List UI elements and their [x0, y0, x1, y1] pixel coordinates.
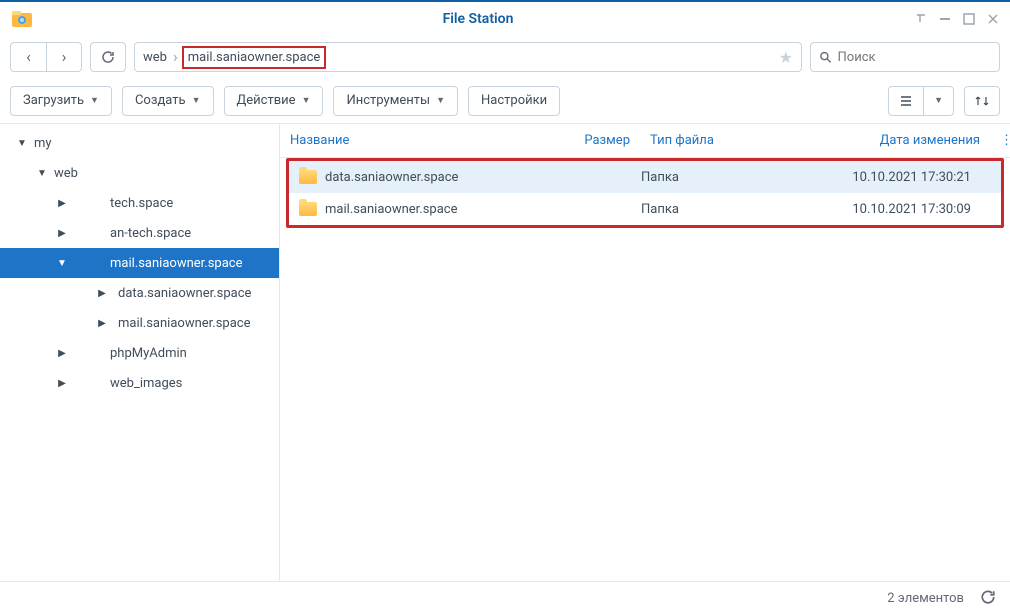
file-name: data.saniaowner.space — [325, 170, 458, 185]
expand-icon[interactable]: ▶ — [94, 318, 110, 329]
expand-icon[interactable]: ▶ — [54, 228, 70, 239]
breadcrumb-segment[interactable]: web — [143, 50, 167, 65]
column-name[interactable]: Название — [280, 133, 550, 148]
window-controls — [914, 12, 1000, 26]
chevron-down-icon: ▼ — [436, 95, 445, 106]
tree-item[interactable]: ▶web_images — [0, 368, 279, 398]
tree-item[interactable]: ▶phpMyAdmin — [0, 338, 279, 368]
list-view-button[interactable] — [888, 86, 923, 116]
chevron-down-icon: ▼ — [934, 95, 943, 106]
search-input[interactable] — [838, 50, 992, 65]
expand-icon[interactable]: ▶ — [54, 198, 70, 209]
file-type: Папка — [631, 202, 781, 217]
close-button[interactable] — [986, 12, 1000, 26]
chevron-down-icon: ▼ — [192, 95, 201, 106]
search-icon — [819, 50, 832, 64]
expand-icon[interactable]: ▶ — [54, 348, 70, 359]
file-name: mail.saniaowner.space — [325, 202, 458, 217]
collapse-icon[interactable]: ▼ — [14, 138, 30, 149]
action-button[interactable]: Действие▼ — [224, 86, 324, 116]
path-bar[interactable]: web mail.saniaowner.space ★ — [134, 42, 802, 72]
tree-item-label: phpMyAdmin — [70, 346, 187, 361]
expand-icon[interactable]: ▶ — [54, 378, 70, 389]
navbar: web mail.saniaowner.space ★ — [0, 36, 1010, 78]
table-row[interactable]: data.saniaowner.space Папка10.10.2021 17:… — [289, 161, 1001, 193]
chevron-down-icon: ▼ — [302, 95, 311, 106]
tree-item[interactable]: ▼web — [0, 158, 279, 188]
tree-item-label: web_images — [70, 376, 182, 391]
forward-button[interactable] — [46, 42, 82, 72]
tree-item-label: tech.space — [70, 196, 173, 211]
column-size[interactable]: Размер — [550, 133, 640, 148]
favorite-star-icon[interactable]: ★ — [779, 48, 793, 67]
table-header: Название Размер Тип файла Дата изменения… — [280, 124, 1010, 158]
tree-item-label: an-tech.space — [70, 226, 191, 241]
collapse-icon[interactable]: ▼ — [34, 168, 50, 179]
back-button[interactable] — [10, 42, 46, 72]
status-bar: 2 элементов — [0, 581, 1010, 615]
folder-icon — [299, 202, 317, 216]
toolbar: Загрузить▼ Создать▼ Действие▼ Инструмент… — [0, 78, 1010, 124]
app-icon — [10, 7, 34, 31]
table-row[interactable]: mail.saniaowner.space Папка10.10.2021 17:… — [289, 193, 1001, 225]
tree-item[interactable]: ▼my — [0, 128, 279, 158]
tree-item[interactable]: ▶an-tech.space — [0, 218, 279, 248]
file-type: Папка — [631, 170, 781, 185]
maximize-button[interactable] — [962, 12, 976, 26]
tree-item-label: mail.saniaowner.space — [110, 316, 251, 331]
sort-icon — [975, 94, 989, 108]
column-date[interactable]: Дата изменения — [790, 133, 990, 148]
settings-button[interactable]: Настройки — [468, 86, 560, 116]
tree-item[interactable]: ▼mail.saniaowner.space — [0, 248, 279, 278]
expand-icon[interactable]: ▶ — [94, 288, 110, 299]
collapse-icon[interactable]: ▼ — [54, 258, 70, 269]
file-list-panel: Название Размер Тип файла Дата изменения… — [280, 124, 1010, 581]
reload-button[interactable] — [90, 42, 126, 72]
tree-item-label: web — [50, 166, 78, 181]
breadcrumb-separator-icon — [173, 49, 178, 66]
folder-icon — [299, 170, 317, 184]
sort-button[interactable] — [964, 86, 1000, 116]
column-type[interactable]: Тип файла — [640, 133, 790, 148]
folder-tree: ▼my▼web▶tech.space▶an-tech.space▼mail.sa… — [0, 124, 280, 581]
tree-item[interactable]: ▶tech.space — [0, 188, 279, 218]
window-titlebar: File Station — [0, 0, 1010, 36]
tree-item[interactable]: ▶mail.saniaowner.space — [0, 308, 279, 338]
tree-item-label: my — [30, 136, 52, 151]
tree-item-label: mail.saniaowner.space — [70, 256, 243, 271]
minimize-button[interactable] — [938, 12, 952, 26]
column-options-icon[interactable]: ⋮ — [990, 133, 1010, 148]
upload-button[interactable]: Загрузить▼ — [10, 86, 112, 116]
create-button[interactable]: Создать▼ — [122, 86, 214, 116]
window-title: File Station — [42, 11, 914, 27]
table-body: data.saniaowner.spaceПапка10.10.2021 17:… — [280, 158, 1010, 581]
file-date: 10.10.2021 17:30:21 — [781, 170, 981, 185]
breadcrumb-segment[interactable]: mail.saniaowner.space — [182, 46, 327, 69]
tree-item[interactable]: ▶data.saniaowner.space — [0, 278, 279, 308]
item-count: 2 элементов — [887, 591, 964, 606]
chevron-down-icon: ▼ — [90, 95, 99, 106]
tools-button[interactable]: Инструменты▼ — [333, 86, 458, 116]
list-icon — [899, 94, 913, 108]
tree-item-label: data.saniaowner.space — [110, 286, 251, 301]
view-dropdown-button[interactable]: ▼ — [923, 86, 954, 116]
pin-icon[interactable] — [914, 12, 928, 26]
search-box[interactable] — [810, 42, 1000, 72]
file-date: 10.10.2021 17:30:09 — [781, 202, 981, 217]
refresh-button[interactable] — [980, 589, 996, 609]
